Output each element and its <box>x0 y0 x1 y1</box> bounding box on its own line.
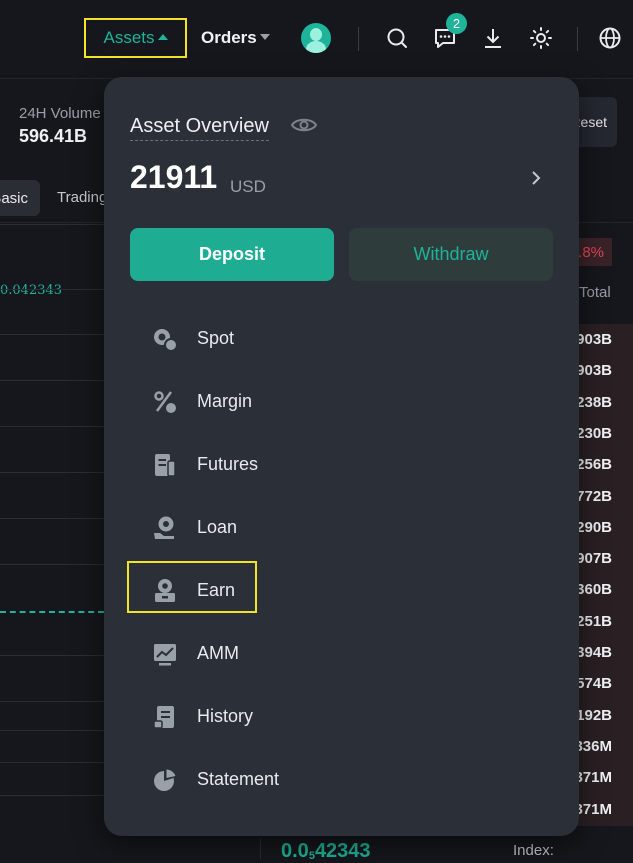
nav-orders[interactable]: Orders <box>201 18 270 58</box>
chart-grid-line <box>0 224 104 225</box>
statement-icon <box>154 769 176 791</box>
chart-grid-line <box>0 289 104 290</box>
chart-grid-line <box>0 762 104 763</box>
menu-item-statement[interactable]: Statement <box>130 755 530 803</box>
chart-grid-line <box>0 655 104 656</box>
tab-trading[interactable]: Trading <box>57 189 107 206</box>
history-icon <box>153 706 174 729</box>
chart-price-label: 0.042343 <box>0 283 63 298</box>
futures-icon <box>155 454 176 477</box>
menu-item-label: Margin <box>197 390 253 411</box>
chart-grid-line <box>0 518 104 519</box>
menu-item-amm[interactable]: AMM <box>130 629 530 677</box>
tab-basic-label: Basic <box>0 189 28 207</box>
menu-item-history[interactable]: History <box>130 692 530 740</box>
chart-grid-line <box>0 472 104 473</box>
chart-price-line <box>0 611 104 613</box>
nav-assets-label: Assets <box>103 28 155 47</box>
tab-basic[interactable]: Basic <box>0 180 40 216</box>
header-divider <box>358 27 359 51</box>
menu-item-label: History <box>197 705 254 726</box>
search-icon[interactable] <box>385 26 409 50</box>
nav-assets[interactable]: Assets <box>84 18 187 58</box>
chart-grid-line <box>0 730 104 731</box>
menu-item-margin[interactable]: Margin <box>130 377 530 425</box>
chart-grid-line <box>0 795 104 796</box>
spot-icon <box>154 329 178 352</box>
index-label: Index: <box>513 842 554 859</box>
nav-orders-label: Orders <box>201 28 257 47</box>
volume-label: 24H Volume <box>19 105 101 122</box>
assets-dropdown: Asset Overview 21911 USD Deposit Withdra… <box>104 77 579 836</box>
amm-icon <box>154 644 176 666</box>
total-asset-amount: 21911 <box>130 159 218 195</box>
caret-down-icon <box>259 34 270 40</box>
menu-item-label: Loan <box>197 516 238 537</box>
menu-item-loan[interactable]: Loan <box>130 503 530 551</box>
deposit-button[interactable]: Deposit <box>130 228 334 281</box>
menu-item-label: Statement <box>197 768 280 789</box>
menu-item-label: AMM <box>197 642 239 663</box>
last-price: 0.0542343 <box>281 840 371 863</box>
menu-item-label: Spot <box>197 327 235 348</box>
asset-currency: USD <box>230 177 266 196</box>
chart-grid-line <box>0 564 104 565</box>
divider <box>260 838 261 859</box>
margin-icon <box>154 391 176 413</box>
chart-grid-line <box>0 426 104 427</box>
total-column-header: Total <box>579 284 611 301</box>
caret-up-icon <box>157 34 168 40</box>
chevron-right-icon[interactable] <box>529 169 543 187</box>
header-divider <box>577 27 578 51</box>
avatar-body <box>306 41 326 53</box>
volume-value: 596.41B <box>19 126 88 146</box>
chart-grid-line <box>0 701 104 702</box>
asset-overview-title[interactable]: Asset Overview <box>130 115 269 141</box>
menu-item-spot[interactable]: Spot <box>130 314 530 362</box>
theme-icon[interactable] <box>529 26 553 50</box>
menu-item-label: Futures <box>197 453 259 474</box>
earn-highlight-box <box>127 561 257 613</box>
chart-grid-line <box>0 380 104 381</box>
eye-icon[interactable] <box>290 115 318 135</box>
download-icon[interactable] <box>481 26 505 50</box>
notification-badge: 2 <box>446 13 467 34</box>
avatar-head <box>310 28 322 41</box>
menu-item-futures[interactable]: Futures <box>130 440 530 488</box>
avatar[interactable] <box>301 23 331 53</box>
globe-icon[interactable] <box>598 26 622 50</box>
withdraw-button[interactable]: Withdraw <box>349 228 553 281</box>
chart-grid-line <box>0 334 104 335</box>
loan-icon <box>154 516 174 539</box>
